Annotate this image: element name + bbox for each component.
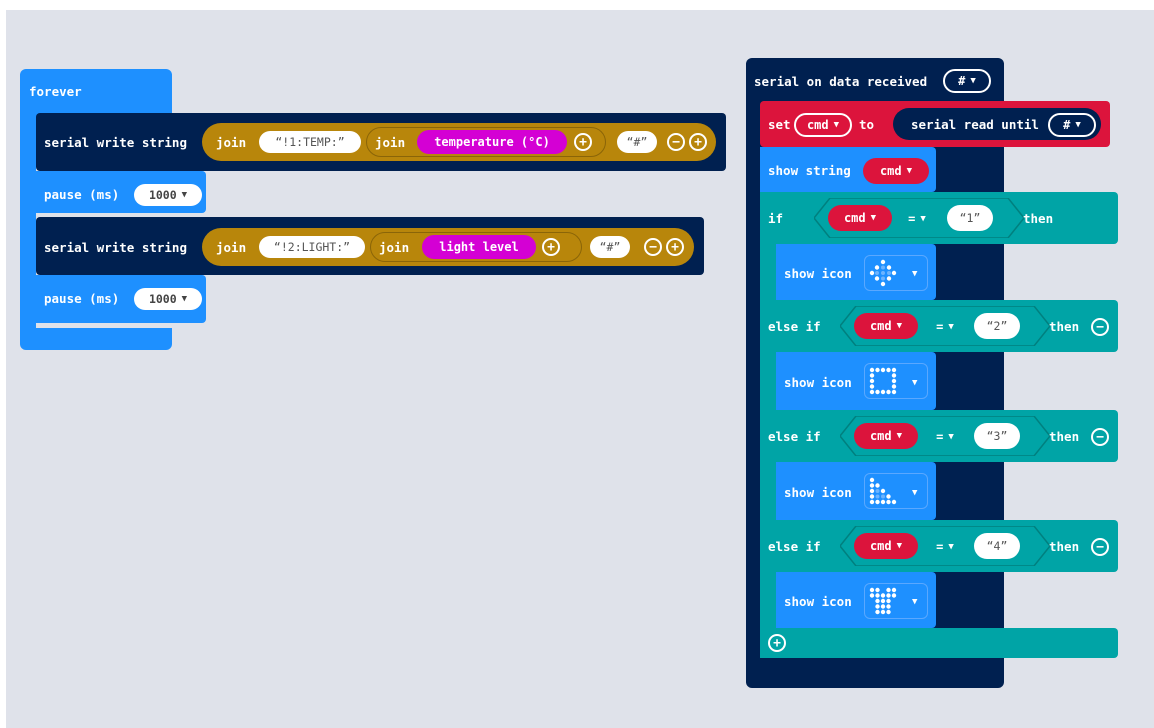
then-label-1: then (1023, 211, 1054, 226)
show-icon-label-3: show icon (784, 485, 852, 500)
serial-write-string-label-2: serial write string (44, 240, 187, 255)
then-label-4: then (1049, 539, 1080, 554)
pause-label-2: pause (ms) (44, 291, 120, 306)
join-inner-label-2: join (379, 240, 410, 255)
else-if-label-2: else if (768, 319, 821, 334)
remove-icon[interactable]: − (1091, 538, 1109, 556)
compare-operator-2[interactable]: = ▼ (927, 317, 963, 337)
compare-value-3[interactable]: “3” (974, 423, 1020, 449)
if-label: if (768, 211, 784, 226)
set-label: set (768, 117, 791, 132)
compare-operator-4[interactable]: = ▼ (927, 537, 963, 557)
compare-operator-1[interactable]: = ▼ (899, 209, 935, 229)
if-block-footer[interactable] (760, 628, 1118, 658)
compare-variable-3[interactable]: cmd ▼ (854, 423, 918, 449)
triangle-icon (868, 476, 898, 506)
chevron-down-icon: ▼ (912, 488, 918, 498)
join-inner-label-1: join (375, 135, 406, 150)
show-icon-label-4: show icon (784, 594, 852, 609)
add-icon[interactable]: + (768, 634, 786, 652)
compare-variable-4[interactable]: cmd ▼ (854, 533, 918, 559)
string-input-hash-1[interactable]: “#” (617, 131, 657, 153)
delimiter-dropdown-read[interactable]: # ▼ (1048, 113, 1096, 137)
compare-operator-3[interactable]: = ▼ (927, 427, 963, 447)
join-label-2: join (216, 240, 247, 255)
light-level-block[interactable]: light level (422, 235, 536, 259)
remove-icon[interactable]: − (1091, 428, 1109, 446)
diamond-icon (868, 258, 898, 288)
forever-label: forever (29, 84, 82, 99)
serial-write-string-label-1: serial write string (44, 135, 187, 150)
compare-value-2[interactable]: “2” (974, 313, 1020, 339)
set-variable-dropdown[interactable]: cmd ▼ (794, 113, 852, 137)
tshirt-icon (868, 586, 898, 616)
serial-on-data-received-label: serial on data received (754, 74, 928, 89)
add-icon[interactable]: + (574, 133, 592, 151)
square-icon (868, 366, 898, 396)
blocks-workspace[interactable]: forever serial write string join “!1:TEM… (6, 10, 1154, 728)
else-if-label-4: else if (768, 539, 821, 554)
else-if-label-3: else if (768, 429, 821, 444)
remove-icon[interactable]: − (644, 238, 662, 256)
show-string-variable[interactable]: cmd ▼ (863, 158, 929, 184)
string-input-hash-2[interactable]: “#” (590, 236, 630, 258)
chevron-down-icon: ▼ (912, 378, 918, 388)
add-icon[interactable]: + (666, 238, 684, 256)
remove-icon[interactable]: − (667, 133, 685, 151)
string-input-temp[interactable]: “!1:TEMP:” (259, 131, 361, 153)
pause-label-1: pause (ms) (44, 187, 120, 202)
then-label-3: then (1049, 429, 1080, 444)
pause-value-dropdown-1[interactable]: 1000 ▼ (134, 184, 202, 206)
chevron-down-icon: ▼ (912, 269, 918, 279)
show-icon-label-2: show icon (784, 375, 852, 390)
temperature-block[interactable]: temperature (°C) (417, 130, 567, 154)
add-icon[interactable]: + (542, 238, 560, 256)
remove-icon[interactable]: − (1091, 318, 1109, 336)
to-label: to (859, 117, 875, 132)
serial-read-until-label: serial read until (911, 117, 1039, 132)
show-string-label: show string (768, 163, 851, 178)
string-input-light[interactable]: “!2:LIGHT:” (259, 236, 365, 258)
show-icon-label-1: show icon (784, 266, 852, 281)
compare-value-4[interactable]: “4” (974, 533, 1020, 559)
join-label-1: join (216, 135, 247, 150)
compare-variable-2[interactable]: cmd ▼ (854, 313, 918, 339)
add-icon[interactable]: + (689, 133, 707, 151)
then-label-2: then (1049, 319, 1080, 334)
pause-value-dropdown-2[interactable]: 1000 ▼ (134, 288, 202, 310)
chevron-down-icon: ▼ (912, 597, 918, 607)
delimiter-dropdown-hat[interactable]: # ▼ (943, 69, 991, 93)
compare-value-1[interactable]: “1” (947, 205, 993, 231)
compare-variable-1[interactable]: cmd ▼ (828, 205, 892, 231)
